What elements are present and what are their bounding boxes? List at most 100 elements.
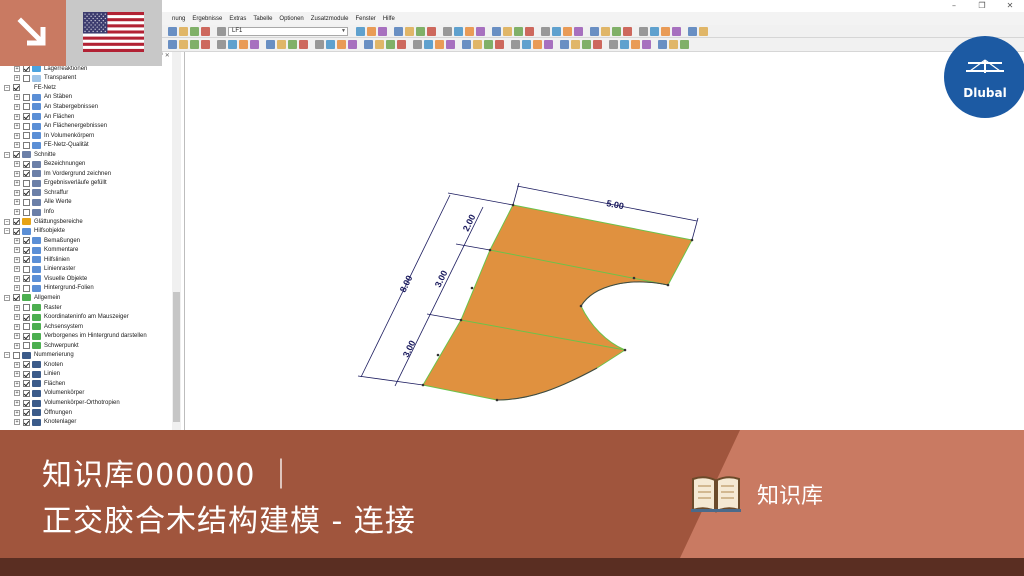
menu-item[interactable]: Zusatzmodule [311,16,349,22]
toolbar-button[interactable] [397,40,406,49]
toolbar-button[interactable] [239,40,248,49]
expand-toggle-icon[interactable]: + [14,361,20,368]
toolbar-button[interactable] [669,40,678,49]
tree-item[interactable]: + An Flächen [14,112,74,122]
expand-toggle-icon[interactable]: + [14,237,20,244]
tree-item[interactable]: − FE-Netz [4,83,56,93]
toolbar-button[interactable] [201,27,210,36]
tree-item[interactable]: − Glättungsbereiche [4,217,83,227]
toolbar-button[interactable] [473,40,482,49]
toolbar-button[interactable] [413,40,422,49]
expand-toggle-icon[interactable]: + [14,247,20,254]
toolbar-button[interactable] [190,27,199,36]
tree-item[interactable]: + FE-Netz-Qualität [14,140,89,150]
tree-checkbox[interactable] [23,389,30,397]
tree-item[interactable]: + Hilfslinien [14,255,70,265]
toolbar-button[interactable] [168,27,177,36]
tree-checkbox[interactable] [23,313,30,321]
toolbar-button[interactable] [315,40,324,49]
navigator-scrollbar[interactable] [172,52,181,430]
toolbar-button[interactable] [658,40,667,49]
knowledge-base-label[interactable]: 知识库 [757,478,823,510]
tree-checkbox[interactable] [23,275,30,283]
expand-toggle-icon[interactable]: + [14,285,20,292]
tree-checkbox[interactable] [13,151,20,159]
expand-toggle-icon[interactable]: + [14,304,20,311]
expand-toggle-icon[interactable]: + [14,189,20,196]
menu-item[interactable]: Extras [229,16,246,22]
tree-item[interactable]: + Transparent [14,74,76,84]
tree-checkbox[interactable] [13,351,20,359]
tree-item[interactable]: + An Stabergebnissen [14,102,98,112]
expand-toggle-icon[interactable]: + [14,132,20,139]
expand-toggle-icon[interactable]: + [14,275,20,282]
toolbar-button[interactable] [541,27,550,36]
expand-toggle-icon[interactable]: + [14,371,20,378]
loadcase-select[interactable]: LF1 ▼ [228,27,348,36]
toolbar-button[interactable] [642,40,651,49]
tree-item[interactable]: + Visuelle Objekte [14,274,87,284]
tree-checkbox[interactable] [23,179,30,187]
tree-item[interactable]: + Volumenkörper [14,389,84,399]
expand-toggle-icon[interactable]: − [4,294,10,301]
toolbar-button[interactable] [571,40,580,49]
toolbar-button[interactable] [650,27,659,36]
expand-toggle-icon[interactable]: + [14,170,20,177]
toolbar-button[interactable] [179,40,188,49]
toolbar-button[interactable] [476,27,485,36]
tree-checkbox[interactable] [23,122,30,130]
tree-item[interactable]: + Knoten [14,360,63,370]
expand-toggle-icon[interactable]: + [14,113,20,120]
tree-item[interactable]: + Bemaßungen [14,236,80,246]
expand-toggle-icon[interactable]: − [4,228,10,235]
expand-toggle-icon[interactable]: − [4,218,10,225]
toolbar-button[interactable] [495,40,504,49]
toolbar-button[interactable] [639,27,648,36]
toolbar-button[interactable] [601,27,610,36]
toolbar-button[interactable] [217,40,226,49]
menu-item[interactable]: nung [172,16,185,22]
tree-checkbox[interactable] [23,65,30,73]
expand-toggle-icon[interactable]: + [14,323,20,330]
tree-item[interactable]: + Kommentare [14,245,78,255]
tree-checkbox[interactable] [23,93,30,101]
menu-item[interactable]: Tabelle [253,16,272,22]
chevron-down-icon[interactable]: ▼ [341,28,346,35]
tree-checkbox[interactable] [23,74,30,82]
expand-toggle-icon[interactable]: + [14,419,20,426]
menu-item[interactable]: Hilfe [383,16,395,22]
toolbar-button[interactable] [446,40,455,49]
toolbar-button[interactable] [168,40,177,49]
toolbar-button[interactable] [590,27,599,36]
toolbar-button[interactable] [574,27,583,36]
tree-item[interactable]: + In Volumenkörpern [14,131,94,141]
toolbar-button[interactable] [680,40,689,49]
tree-item[interactable]: − Allgemein [4,293,60,303]
tree-checkbox[interactable] [23,160,30,168]
toolbar-button[interactable] [394,27,403,36]
model-view[interactable]: 5.00 8.00 2.00 3.00 3.00 [186,52,1024,430]
toolbar-button[interactable] [378,27,387,36]
tree-item[interactable]: + Hintergrund-Folien [14,284,94,294]
toolbar-button[interactable] [563,27,572,36]
tree-checkbox[interactable] [23,361,30,369]
menu-item[interactable]: Ergebnisse [192,16,222,22]
tree-checkbox[interactable] [23,265,30,273]
toolbar-button[interactable] [522,40,531,49]
toolbar-button[interactable] [609,40,618,49]
toolbar-button[interactable] [326,40,335,49]
tree-item[interactable]: + Schwerpunkt [14,341,79,351]
tree-checkbox[interactable] [23,332,30,340]
expand-toggle-icon[interactable]: + [14,342,20,349]
toolbar-button[interactable] [533,40,542,49]
expand-toggle-icon[interactable]: + [14,333,20,340]
expand-toggle-icon[interactable]: + [14,314,20,321]
tree-checkbox[interactable] [13,227,20,235]
tree-item[interactable]: + Achsensystem [14,322,83,332]
toolbar-button[interactable] [190,40,199,49]
tree-item[interactable]: + Koordinateninfo am Mauszeiger [14,312,129,322]
minimize-icon[interactable]: – [940,0,968,12]
toolbar-button[interactable] [250,40,259,49]
toolbar-button[interactable] [612,27,621,36]
tree-item[interactable]: + Knotenlager [14,417,76,427]
